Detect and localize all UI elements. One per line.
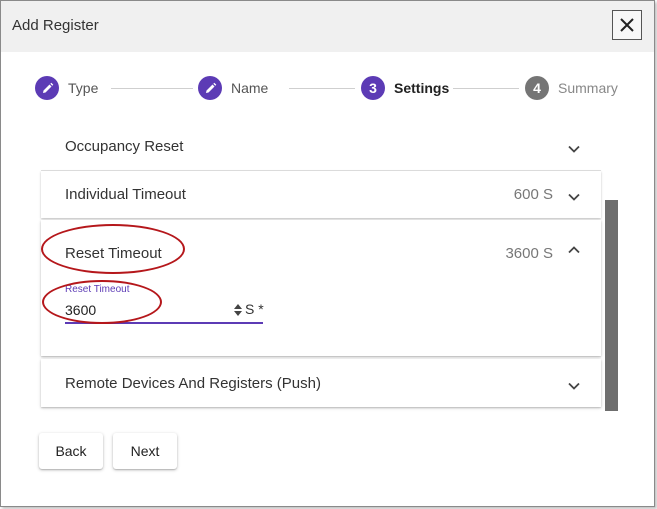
step-label: Settings bbox=[394, 80, 450, 96]
stepper: Type Name 3 Settings 4 Summary bbox=[1, 52, 654, 124]
panel-title: Occupancy Reset bbox=[65, 138, 184, 155]
step-connector bbox=[289, 88, 355, 89]
unit-label: S * bbox=[245, 301, 264, 317]
dialog-title: Add Register bbox=[12, 17, 99, 34]
panel-title: Reset Timeout bbox=[65, 245, 162, 262]
step-label: Name bbox=[231, 80, 269, 96]
panel-reset-timeout[interactable]: Reset Timeout 3600 S Reset Timeout S * bbox=[41, 220, 601, 356]
input-underline bbox=[65, 322, 263, 324]
panel-occupancy-reset[interactable]: Occupancy Reset bbox=[41, 124, 601, 171]
panel-value: 3600 S bbox=[505, 245, 553, 262]
panel-individual-timeout[interactable]: Individual Timeout 600 S bbox=[41, 171, 601, 218]
panel-title: Individual Timeout bbox=[65, 186, 186, 203]
panel-header[interactable]: Individual Timeout 600 S bbox=[41, 171, 601, 219]
reset-timeout-field-label: Reset Timeout bbox=[65, 284, 130, 295]
reset-timeout-input[interactable] bbox=[65, 300, 235, 320]
pencil-icon bbox=[35, 76, 59, 100]
panel-header[interactable]: Occupancy Reset bbox=[41, 124, 601, 172]
pencil-icon bbox=[198, 76, 222, 100]
spinner-arrows-icon[interactable] bbox=[233, 302, 243, 318]
step-number: 4 bbox=[525, 76, 549, 100]
close-button[interactable] bbox=[612, 10, 642, 40]
panel-value: 600 S bbox=[513, 186, 553, 203]
step-connector bbox=[111, 88, 193, 89]
step-type[interactable]: Type bbox=[35, 76, 98, 100]
next-button[interactable]: Next bbox=[113, 433, 177, 469]
step-summary[interactable]: 4 Summary bbox=[525, 76, 618, 100]
step-settings[interactable]: 3 Settings bbox=[361, 76, 449, 100]
chevron-down-icon[interactable] bbox=[567, 142, 581, 156]
close-icon bbox=[620, 18, 634, 32]
step-connector bbox=[453, 88, 519, 89]
scrollbar[interactable] bbox=[605, 200, 618, 411]
panel-header[interactable]: Reset Timeout 3600 S bbox=[41, 220, 601, 268]
panel-title: Remote Devices And Registers (Push) bbox=[65, 375, 321, 392]
add-register-dialog: Add Register Type Name 3 Settings 4 Summ… bbox=[0, 0, 655, 507]
step-label: Summary bbox=[558, 80, 618, 96]
dialog-titlebar: Add Register bbox=[1, 1, 654, 52]
panel-remote-devices[interactable]: Remote Devices And Registers (Push) bbox=[41, 359, 601, 407]
back-button[interactable]: Back bbox=[39, 433, 103, 469]
step-number: 3 bbox=[361, 76, 385, 100]
step-name[interactable]: Name bbox=[198, 76, 268, 100]
panel-header[interactable]: Remote Devices And Registers (Push) bbox=[41, 359, 601, 407]
chevron-up-icon[interactable] bbox=[567, 243, 581, 257]
chevron-down-icon[interactable] bbox=[567, 190, 581, 204]
chevron-down-icon[interactable] bbox=[567, 379, 581, 393]
step-label: Type bbox=[68, 80, 99, 96]
